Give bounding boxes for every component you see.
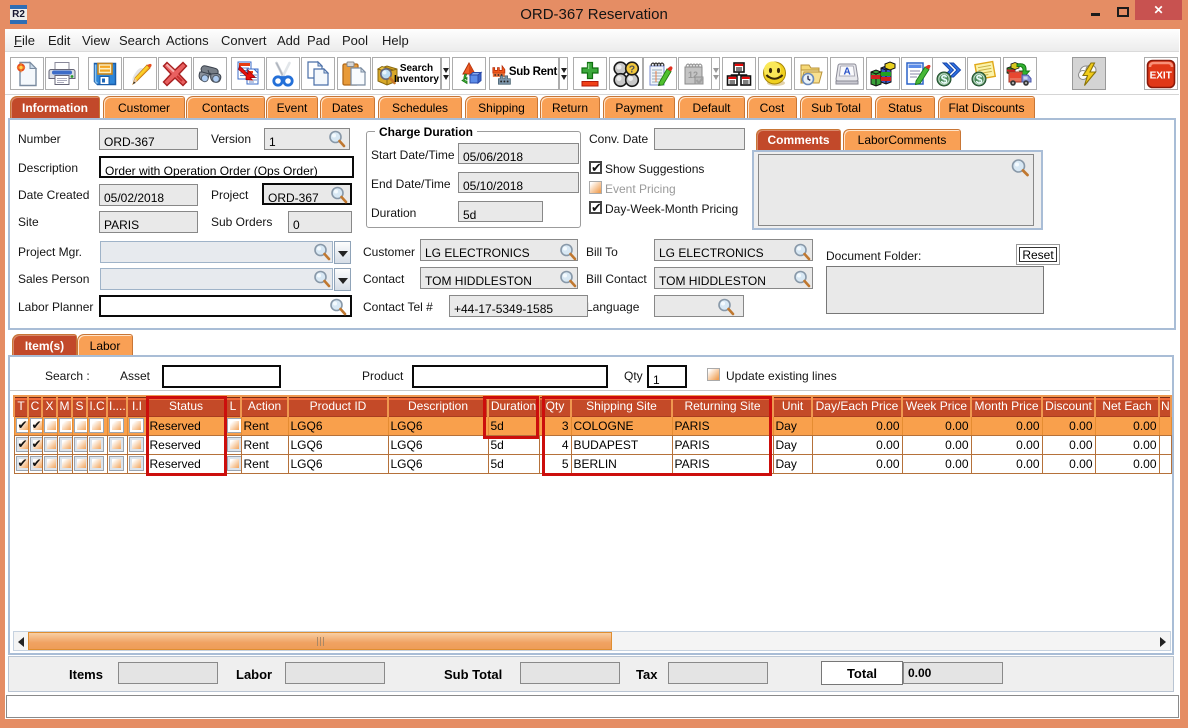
svg-text:A: A bbox=[844, 66, 851, 77]
svg-text:EXIT: EXIT bbox=[1150, 70, 1172, 81]
svg-text:?: ? bbox=[629, 63, 635, 75]
svg-text:$: $ bbox=[976, 72, 983, 86]
svg-text:$: $ bbox=[941, 72, 948, 86]
